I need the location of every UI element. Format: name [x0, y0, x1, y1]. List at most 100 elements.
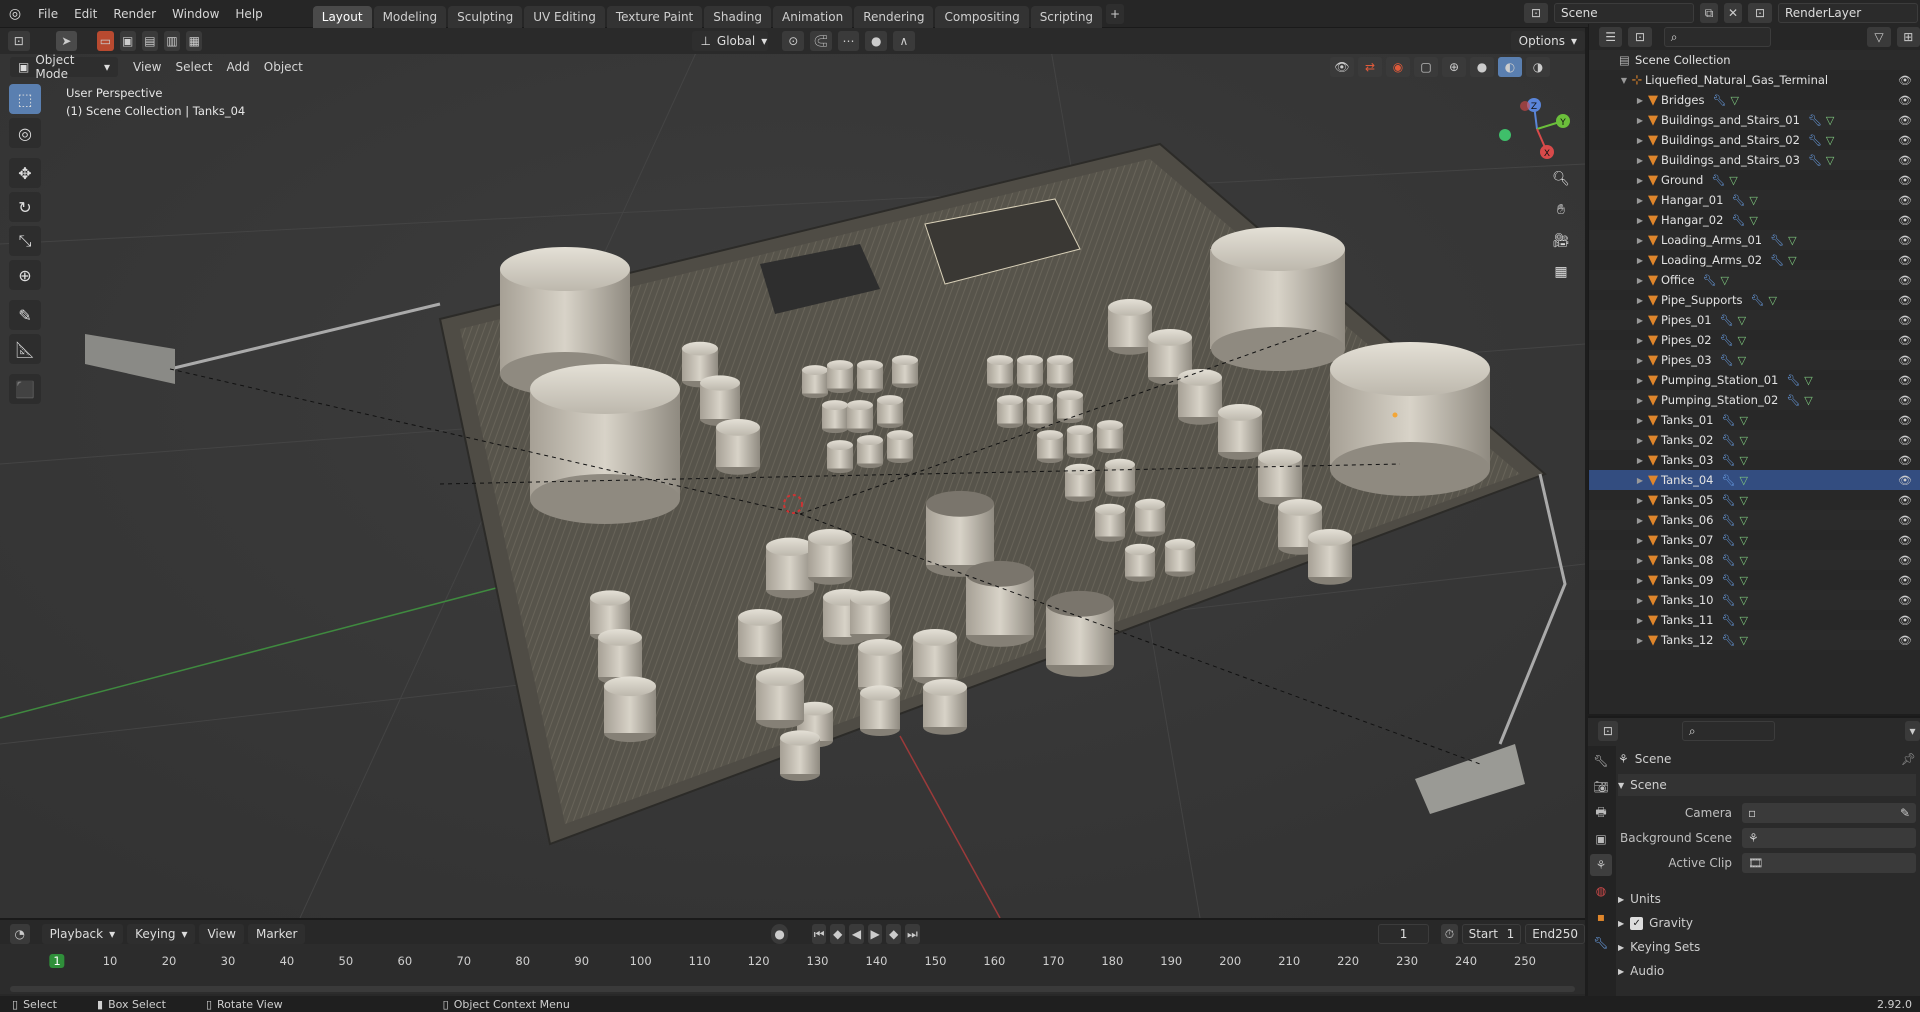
eye-icon[interactable]: 👁︎ [1898, 534, 1912, 547]
mode-extend-icon[interactable]: ▣ [119, 31, 136, 51]
options-dropdown[interactable]: Options ▾ [1510, 31, 1585, 51]
modifier-wrench-icon[interactable]: 🔧︎ [1720, 334, 1734, 347]
snap-target-icon[interactable]: ⋯ [837, 31, 860, 51]
expand-icon[interactable]: ▶ [1635, 316, 1645, 325]
tab-animation[interactable]: Animation [773, 5, 853, 28]
expand-icon[interactable]: ▶ [1635, 396, 1645, 405]
lng-terminal-collection-row[interactable]: ▼ ⊹ Liquefied_Natural_Gas_Terminal 👁︎ [1589, 70, 1920, 90]
record-icon[interactable]: ● [771, 924, 788, 944]
outliner-item-pipes-03[interactable]: ▶ ▼ Pipes_03 🔧︎ ▽ 👁︎ [1589, 350, 1920, 370]
select-box-tool[interactable]: ⬚ [9, 84, 41, 114]
tab-layout[interactable]: Layout [312, 5, 372, 28]
pin-icon[interactable]: 📌︎ [1901, 752, 1916, 766]
annotate-tool[interactable]: ✎ [9, 300, 41, 330]
expand-icon[interactable]: ▶ [1635, 256, 1645, 265]
gravity-panel-header[interactable]: ▶ ✓ Gravity [1618, 912, 1916, 934]
timeline-scrollbar[interactable] [10, 986, 1575, 992]
mesh-data-icon[interactable]: ▽ [1739, 534, 1747, 547]
gravity-checkbox[interactable]: ✓ [1630, 916, 1644, 930]
gizmo-toggle-icon[interactable]: ⇄ [1358, 57, 1382, 77]
expand-icon[interactable]: ▶ [1635, 596, 1645, 605]
modifier-wrench-icon[interactable]: 🔧︎ [1711, 174, 1725, 187]
eye-icon[interactable]: 👁︎ [1898, 574, 1912, 587]
modifier-wrench-icon[interactable]: 🔧︎ [1722, 494, 1736, 507]
scene-browse-icon[interactable]: ⊡ [1524, 3, 1548, 23]
tab-uv-editing[interactable]: UV Editing [524, 5, 605, 28]
modifier-wrench-icon[interactable]: 🔧︎ [1712, 94, 1726, 107]
select-mode-icon[interactable]: ➤ [55, 31, 78, 51]
expand-icon[interactable]: ▶ [1635, 336, 1645, 345]
modifier-wrench-icon[interactable]: 🔧︎ [1731, 194, 1745, 207]
outliner-item-tanks-01[interactable]: ▶ ▼ Tanks_01 🔧︎ ▽ 👁︎ [1589, 410, 1920, 430]
mesh-data-icon[interactable]: ▽ [1768, 294, 1776, 307]
outliner-item-tanks-08[interactable]: ▶ ▼ Tanks_08 🔧︎ ▽ 👁︎ [1589, 550, 1920, 570]
viewport-menu-view[interactable]: View [126, 60, 168, 74]
outliner-editor-icon[interactable]: ☰ [1599, 27, 1623, 47]
tab-rendering[interactable]: Rendering [854, 5, 934, 28]
editor-type-icon[interactable]: ⊡ [8, 31, 30, 51]
mesh-data-icon[interactable]: ▽ [1721, 274, 1729, 287]
outliner-item-buildings-and-stairs-03[interactable]: ▶ ▼ Buildings_and_Stairs_03 🔧︎ ▽ 👁︎ [1589, 150, 1920, 170]
outliner-item-buildings-and-stairs-01[interactable]: ▶ ▼ Buildings_and_Stairs_01 🔧︎ ▽ 👁︎ [1589, 110, 1920, 130]
outliner-item-hangar-01[interactable]: ▶ ▼ Hangar_01 🔧︎ ▽ 👁︎ [1589, 190, 1920, 210]
cursor-tool[interactable]: ◎ [9, 118, 41, 148]
eye-icon[interactable]: 👁︎ [1898, 614, 1912, 627]
mesh-data-icon[interactable]: ▽ [1788, 234, 1796, 247]
eye-icon[interactable]: 👁︎ [1898, 634, 1912, 647]
outliner-item-tanks-09[interactable]: ▶ ▼ Tanks_09 🔧︎ ▽ 👁︎ [1589, 570, 1920, 590]
tab-texture-paint[interactable]: Texture Paint [606, 5, 703, 28]
tab-scripting[interactable]: Scripting [1030, 5, 1103, 28]
menu-help[interactable]: Help [227, 0, 270, 28]
scale-tool[interactable]: ⤡ [9, 226, 41, 256]
eye-icon[interactable]: 👁︎ [1898, 354, 1912, 367]
render-layer-selector[interactable]: RenderLayer [1778, 3, 1918, 23]
mesh-data-icon[interactable]: ▽ [1739, 634, 1747, 647]
view-layer-browse-icon[interactable]: ⊡ [1748, 3, 1772, 23]
tab-compositing[interactable]: Compositing [935, 5, 1029, 28]
modifier-wrench-icon[interactable]: 🔧︎ [1770, 254, 1784, 267]
expand-icon[interactable]: ▶ [1635, 576, 1645, 585]
keying-sets-panel-header[interactable]: ▶ Keying Sets [1618, 936, 1916, 958]
blender-logo-icon[interactable]: ◎ [0, 6, 30, 22]
menu-render[interactable]: Render [105, 0, 164, 28]
eye-icon[interactable]: 👁︎ [1898, 434, 1912, 447]
eye-icon[interactable]: 👁︎ [1898, 514, 1912, 527]
eye-icon[interactable]: 👁︎ [1898, 414, 1912, 427]
modifier-wrench-icon[interactable]: 🔧︎ [1722, 514, 1736, 527]
modifier-wrench-icon[interactable]: 🔧︎ [1722, 634, 1736, 647]
stopwatch-icon[interactable]: ⏱ [1441, 924, 1458, 944]
expand-icon[interactable]: ▶ [1635, 416, 1645, 425]
properties-search-input[interactable]: ⌕ [1681, 721, 1776, 741]
expand-icon[interactable]: ▶ [1635, 476, 1645, 485]
eye-icon[interactable]: 👁︎ [1898, 254, 1912, 267]
eye-icon[interactable]: 👁︎ [1898, 474, 1912, 487]
eye-icon[interactable]: 👁︎ [1898, 374, 1912, 387]
solid-shading-icon[interactable]: ● [1470, 57, 1494, 77]
eye-icon[interactable]: 👁︎ [1898, 94, 1912, 107]
new-collection-icon[interactable]: ⊞ [1896, 27, 1920, 47]
modifier-wrench-icon[interactable]: 🔧︎ [1722, 574, 1736, 587]
eye-icon[interactable]: 👁︎ [1898, 214, 1912, 227]
outliner-item-tanks-06[interactable]: ▶ ▼ Tanks_06 🔧︎ ▽ 👁︎ [1589, 510, 1920, 530]
mesh-data-icon[interactable]: ▽ [1739, 554, 1747, 567]
modifier-wrench-icon[interactable]: 🔧︎ [1786, 374, 1800, 387]
outliner-item-office[interactable]: ▶ ▼ Office 🔧︎ ▽ 👁︎ [1589, 270, 1920, 290]
mesh-data-icon[interactable]: ▽ [1826, 114, 1834, 127]
background-scene-field[interactable]: ⚘ [1742, 828, 1916, 848]
mode-intersect-icon[interactable]: ▦ [186, 31, 203, 51]
mesh-data-icon[interactable]: ▽ [1739, 574, 1747, 587]
outliner-item-tanks-10[interactable]: ▶ ▼ Tanks_10 🔧︎ ▽ 👁︎ [1589, 590, 1920, 610]
units-panel-header[interactable]: ▶ Units [1618, 888, 1916, 910]
menu-window[interactable]: Window [164, 0, 227, 28]
mesh-data-icon[interactable]: ▽ [1739, 614, 1747, 627]
transform-orientation-dropdown[interactable]: ⊥ Global ▾ [692, 31, 769, 51]
display-mode-icon[interactable]: ⊡ [1628, 27, 1652, 47]
mesh-data-icon[interactable]: ▽ [1804, 394, 1812, 407]
mesh-data-icon[interactable]: ▽ [1729, 174, 1737, 187]
mode-new-icon[interactable]: ▭ [97, 31, 114, 51]
timeline-menu-keying[interactable]: Keying ▾ [127, 924, 196, 944]
outliner-item-tanks-05[interactable]: ▶ ▼ Tanks_05 🔧︎ ▽ 👁︎ [1589, 490, 1920, 510]
mesh-data-icon[interactable]: ▽ [1826, 134, 1834, 147]
modifier-wrench-icon[interactable]: 🔧︎ [1770, 234, 1784, 247]
expand-icon[interactable]: ▶ [1635, 436, 1645, 445]
